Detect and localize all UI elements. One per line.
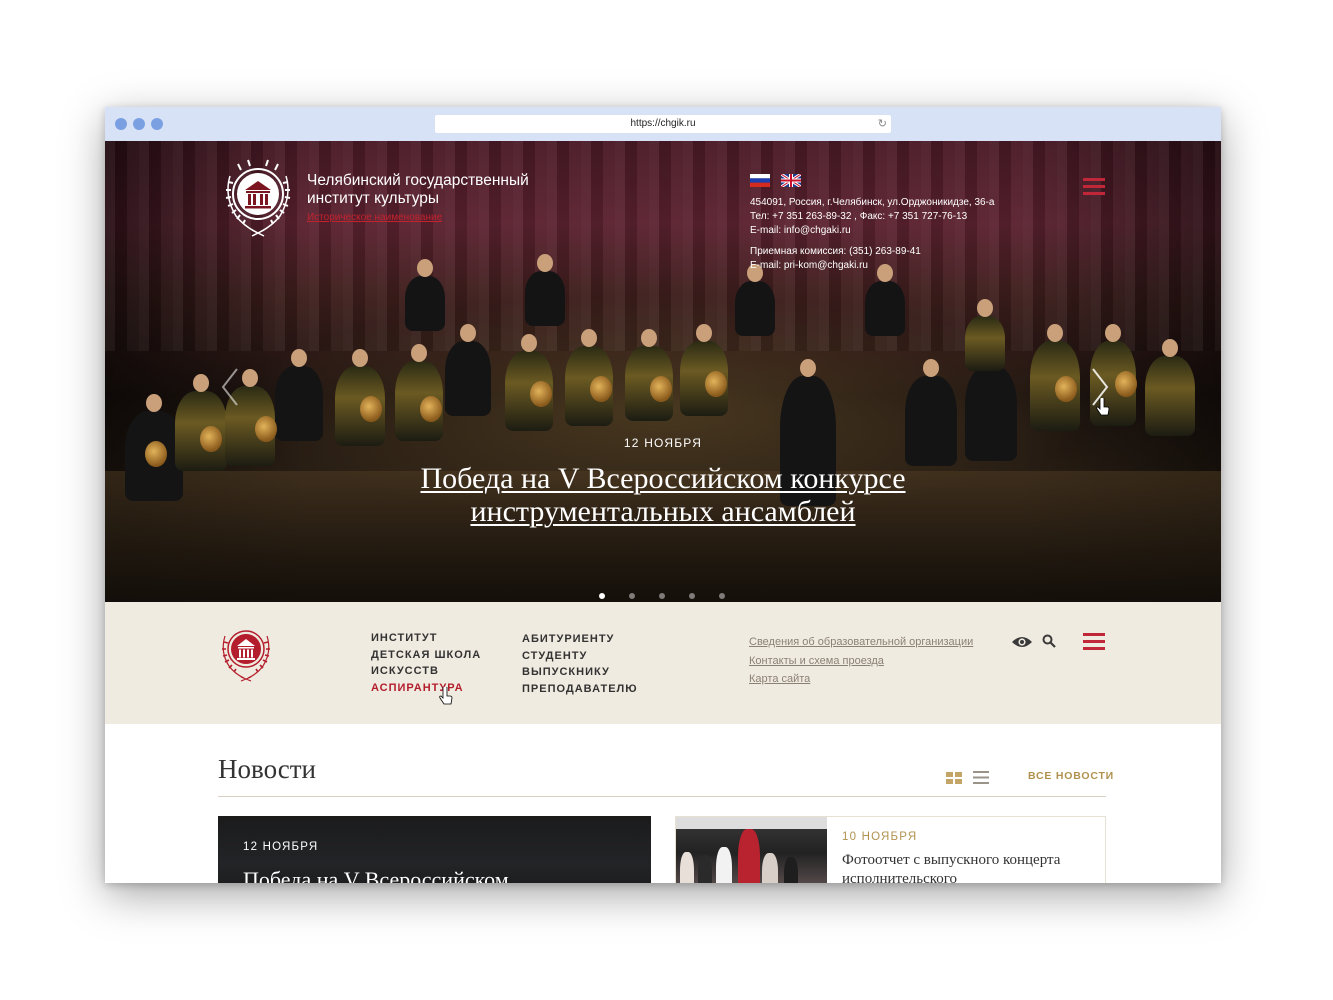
eye-icon[interactable] <box>1011 635 1033 649</box>
nav-item-institute[interactable]: Институт <box>371 630 481 647</box>
link-contacts-map[interactable]: Контакты и схема проезда <box>749 652 973 671</box>
institute-logo[interactable] <box>218 156 298 238</box>
contact-info: 454091, Россия, г.Челябинск, ул.Орджоник… <box>750 196 995 273</box>
slider-dot[interactable] <box>659 593 665 599</box>
menu-icon[interactable] <box>1083 633 1105 650</box>
search-icon[interactable] <box>1042 634 1056 648</box>
institute-name[interactable]: Челябинский государственный институт кул… <box>307 172 567 208</box>
news-card[interactable]: 12 НОЯБРЯ Победа на V Всероссийском <box>218 816 651 883</box>
news-section: Новости ВСЕ НОВОСТИ 12 НОЯБРЯ Победа на … <box>105 724 1221 883</box>
link-sitemap[interactable]: Карта сайта <box>749 670 973 689</box>
phone-text: Тел: +7 351 263-89-32 , Факс: +7 351 727… <box>750 211 968 222</box>
news-card-date: 12 НОЯБРЯ <box>243 841 319 853</box>
hero-title[interactable]: Победа на V Всероссийском конкурсе инстр… <box>305 462 1021 528</box>
main-navigation: Институт Детская школа искусств Аспирант… <box>105 602 1221 724</box>
news-card-title[interactable]: Победа на V Всероссийском <box>243 867 509 883</box>
nav-item-student[interactable]: Студенту <box>522 648 638 665</box>
slider-dot[interactable] <box>599 593 605 599</box>
address-bar[interactable]: https://chgik.ru ↻ <box>435 115 891 133</box>
hand-cursor-icon <box>1096 398 1110 416</box>
nav-item-teacher[interactable]: Преподавателю <box>522 681 638 698</box>
nav-item-children-school-arts[interactable]: искусств <box>371 663 481 680</box>
uk-flag-icon[interactable] <box>781 174 801 187</box>
browser-toolbar: https://chgik.ru ↻ <box>105 107 1221 141</box>
grid-view-icon[interactable] <box>946 772 962 784</box>
news-divider <box>218 796 1106 797</box>
nav-info-links: Сведения об образовательной организации … <box>749 633 973 689</box>
nav-column-audiences: Абитуриенту Студенту Выпускнику Преподав… <box>522 631 638 697</box>
reload-icon[interactable]: ↻ <box>878 117 887 131</box>
historical-name-link[interactable]: Историческое наименование <box>307 212 442 223</box>
list-view-icon[interactable] <box>973 771 989 784</box>
news-card-date: 10 НОЯБРЯ <box>842 831 918 843</box>
link-organization-info[interactable]: Сведения об образовательной организации <box>749 633 973 652</box>
nav-item-postgraduate[interactable]: Аспирантура <box>371 680 481 697</box>
hand-cursor-icon <box>439 687 453 705</box>
nav-item-applicant[interactable]: Абитуриенту <box>522 631 638 648</box>
admissions-text: Приемная комиссия: (351) 263-89-41 <box>750 246 921 257</box>
ru-flag-icon[interactable] <box>750 174 770 187</box>
news-card[interactable]: 10 НОЯБРЯ Фотоотчет с выпускного концерт… <box>675 816 1106 883</box>
email-text[interactable]: E-mail: info@chgaki.ru <box>750 224 995 238</box>
url-text[interactable]: https://chgik.ru <box>630 118 695 129</box>
menu-icon[interactable] <box>1083 178 1105 195</box>
news-heading: Новости <box>218 754 316 784</box>
window-close-dot[interactable] <box>115 118 127 130</box>
slider-dot[interactable] <box>689 593 695 599</box>
hero-slider: Челябинский государственный институт кул… <box>105 141 1221 602</box>
nav-item-graduate[interactable]: Выпускнику <box>522 664 638 681</box>
news-card-photo[interactable] <box>676 817 827 883</box>
window-minimize-dot[interactable] <box>133 118 145 130</box>
address-text: 454091, Россия, г.Челябинск, ул.Орджоник… <box>750 197 995 208</box>
slider-dot[interactable] <box>719 593 725 599</box>
browser-window: https://chgik.ru ↻ Челябинский государст… <box>105 107 1221 883</box>
slider-dot[interactable] <box>629 593 635 599</box>
nav-column-institute: Институт Детская школа искусств Аспирант… <box>371 630 481 696</box>
nav-item-children-school[interactable]: Детская школа <box>371 647 481 664</box>
all-news-link[interactable]: ВСЕ НОВОСТИ <box>1028 770 1114 782</box>
institute-logo-small[interactable] <box>217 622 275 682</box>
window-zoom-dot[interactable] <box>151 118 163 130</box>
admissions-email-text[interactable]: E-mail: pri-kom@chgaki.ru <box>750 259 995 273</box>
news-card-title[interactable]: Фотоотчет с выпускного концерта исполнит… <box>842 851 1092 883</box>
slider-prev-icon[interactable] <box>217 367 243 407</box>
hero-date: 12 НОЯБРЯ <box>623 436 703 450</box>
